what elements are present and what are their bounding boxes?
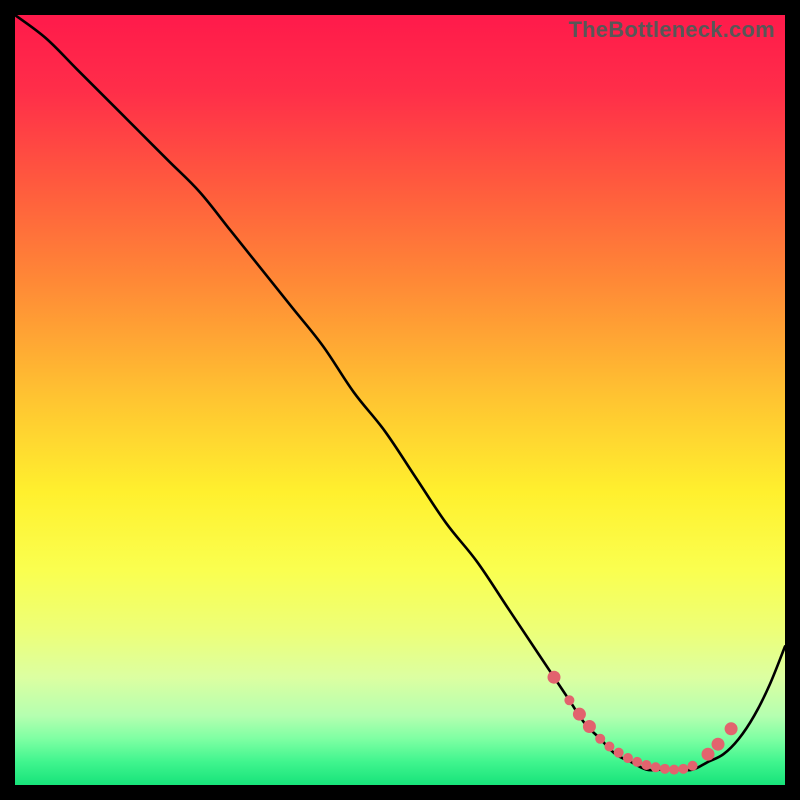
gradient-background [15, 15, 785, 785]
marker-dot [632, 757, 642, 767]
marker-dot [573, 708, 586, 721]
marker-dot [660, 764, 670, 774]
marker-dot [725, 722, 738, 735]
marker-dot [669, 765, 679, 775]
marker-dot [595, 734, 605, 744]
marker-dot [564, 695, 574, 705]
marker-dot [548, 671, 561, 684]
marker-dot [583, 720, 596, 733]
chart-frame: TheBottleneck.com [15, 15, 785, 785]
marker-dot [688, 761, 698, 771]
marker-dot [651, 762, 661, 772]
marker-dot [678, 764, 688, 774]
marker-dot [623, 753, 633, 763]
bottleneck-chart [15, 15, 785, 785]
marker-dot [614, 748, 624, 758]
marker-dot [702, 748, 715, 761]
watermark-text: TheBottleneck.com [569, 17, 775, 43]
marker-dot [641, 760, 651, 770]
marker-dot [712, 738, 725, 751]
marker-dot [604, 742, 614, 752]
